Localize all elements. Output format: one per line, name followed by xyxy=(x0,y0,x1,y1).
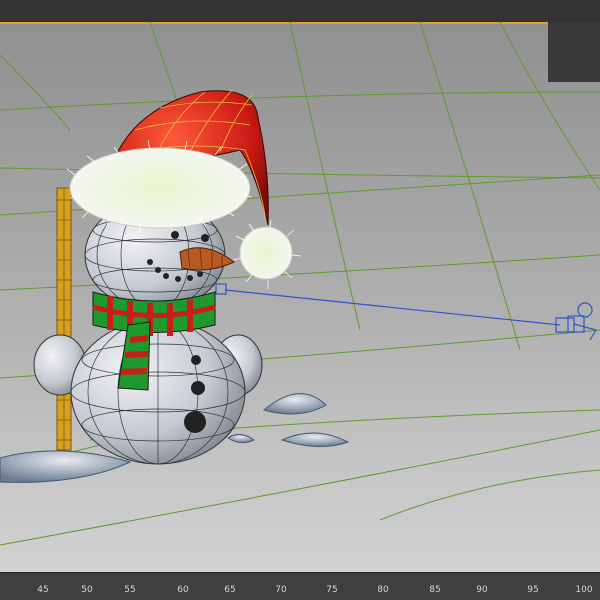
snowman[interactable] xyxy=(33,89,302,465)
perspective-viewport[interactable] xyxy=(0,0,600,572)
timeline-tick: 50 xyxy=(81,585,93,595)
timeline-tick: 95 xyxy=(527,585,539,595)
helper-controller[interactable] xyxy=(555,302,597,341)
broom-handle[interactable] xyxy=(56,187,72,451)
max-3d-app: 45 50 55 60 65 70 75 80 85 90 95 100 xyxy=(0,0,600,600)
right-eye xyxy=(201,234,209,242)
link-start-box[interactable] xyxy=(215,283,227,295)
timeline-ruler[interactable]: 45 50 55 60 65 70 75 80 85 90 95 100 xyxy=(0,572,600,600)
timeline-tick: 55 xyxy=(124,585,136,595)
timeline-tick: 60 xyxy=(177,585,189,595)
timeline-tick: 85 xyxy=(429,585,441,595)
timeline-tick: 75 xyxy=(326,585,338,595)
scene-canvas[interactable] xyxy=(0,0,600,572)
timeline-tick: 90 xyxy=(476,585,488,595)
timeline-tick: 80 xyxy=(377,585,389,595)
timeline-tick: 100 xyxy=(575,585,593,595)
timeline-tick: 65 xyxy=(224,585,236,595)
timeline-tick: 45 xyxy=(37,585,49,595)
hat-pompom xyxy=(239,226,293,280)
hat-fur-brim xyxy=(69,147,251,229)
link-line xyxy=(224,289,561,326)
timeline-tick: 70 xyxy=(275,585,287,595)
left-eye xyxy=(171,231,179,239)
